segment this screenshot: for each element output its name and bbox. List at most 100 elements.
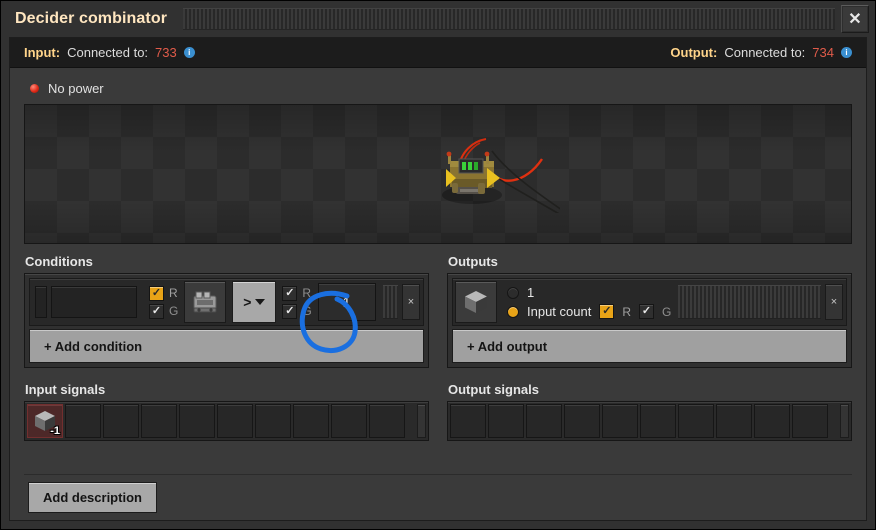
output-signal-cell[interactable] xyxy=(678,404,714,438)
output-signal-cell[interactable] xyxy=(754,404,790,438)
output-options: 1 Input count ✓ R ✓ G xyxy=(497,281,671,323)
decider-combinator-window: Decider combinator ✕ Input: Connected to… xyxy=(0,0,876,530)
condition-delete-icon: × xyxy=(408,296,414,308)
output-delete-icon: × xyxy=(831,296,837,308)
condition-comparator-dropdown[interactable]: > xyxy=(232,281,276,323)
input-signal-cell[interactable]: -1 xyxy=(27,404,63,438)
output-label: Output: xyxy=(670,45,717,60)
add-output-button[interactable]: + Add output xyxy=(452,329,847,363)
output-signal-cell[interactable] xyxy=(450,404,486,438)
output-red-label: R xyxy=(622,305,631,319)
input-signal-cell[interactable] xyxy=(103,404,139,438)
condition-slot-narrow[interactable] xyxy=(35,286,47,318)
output-input-count-label: Input count xyxy=(527,304,591,319)
output-green-label: G xyxy=(662,305,671,319)
output-connection-id[interactable]: 734 xyxy=(812,45,834,60)
status-row: No power xyxy=(24,76,852,100)
condition-wire-green[interactable]: ✓ G xyxy=(149,304,178,319)
input-signal-cell[interactable] xyxy=(369,404,405,438)
close-icon: ✕ xyxy=(848,9,861,29)
input-signal-cell[interactable] xyxy=(293,404,329,438)
decider-combinator-entity-icon xyxy=(430,133,560,213)
input-info-icon[interactable]: i xyxy=(184,47,195,58)
condition-delete-button[interactable]: × xyxy=(402,284,420,320)
condition-input-wires: ✓ R ✓ G xyxy=(143,281,184,323)
condition-out-wire-red[interactable]: ✓ R xyxy=(282,286,311,301)
output-signal-cell[interactable] xyxy=(526,404,562,438)
input-signals-title: Input signals xyxy=(24,382,429,397)
close-button[interactable]: ✕ xyxy=(841,5,869,33)
add-description-label: Add description xyxy=(43,490,142,505)
condition-out-red-checkbox[interactable]: ✓ xyxy=(282,286,297,301)
status-led-icon xyxy=(30,84,39,93)
condition-row: ✓ R ✓ G xyxy=(29,278,424,326)
add-description-button[interactable]: Add description xyxy=(28,482,157,513)
condition-wire-red[interactable]: ✓ R xyxy=(149,286,178,301)
entity-sprite xyxy=(430,133,560,213)
input-signals-section: Input signals -1 xyxy=(24,382,429,441)
input-signal-cell[interactable] xyxy=(217,404,253,438)
output-signals-section: Output signals xyxy=(447,382,852,441)
condition-signal-button[interactable] xyxy=(184,281,226,323)
output-signal-cell[interactable] xyxy=(716,404,752,438)
outputs-panel: 1 Input count ✓ R ✓ G xyxy=(447,273,852,368)
condition-output-wires: ✓ R ✓ G xyxy=(276,281,317,323)
condition-first-signal-field[interactable] xyxy=(51,286,137,318)
add-output-label: + Add output xyxy=(467,339,547,354)
window-drag-handle[interactable] xyxy=(183,8,835,30)
condition-row-filler xyxy=(383,285,398,319)
condition-constant-value[interactable]: 1 xyxy=(318,283,376,321)
output-signal-button[interactable] xyxy=(455,281,497,323)
status-text: No power xyxy=(48,81,104,96)
comparator-value: > xyxy=(243,294,251,310)
output-signal-cell[interactable] xyxy=(564,404,600,438)
input-signal-cell[interactable] xyxy=(65,404,101,438)
condition-red-label: R xyxy=(169,286,178,300)
condition-out-wire-green[interactable]: ✓ G xyxy=(282,304,311,319)
output-one-radio[interactable] xyxy=(507,287,519,299)
condition-out-green-checkbox[interactable]: ✓ xyxy=(282,304,297,319)
output-signals-scrollbar[interactable] xyxy=(840,404,849,438)
output-signal-cell[interactable] xyxy=(792,404,828,438)
outputs-title: Outputs xyxy=(447,254,852,269)
output-green-checkbox[interactable]: ✓ xyxy=(639,304,654,319)
outputs-column: Outputs xyxy=(447,254,852,464)
condition-green-checkbox[interactable]: ✓ xyxy=(149,304,164,319)
output-info-icon[interactable]: i xyxy=(841,47,852,58)
output-row: 1 Input count ✓ R ✓ G xyxy=(452,278,847,326)
output-option-one[interactable]: 1 xyxy=(507,285,671,300)
input-signal-cell[interactable] xyxy=(141,404,177,438)
connection-bar: Input: Connected to: 733 i Output: Conne… xyxy=(10,38,866,68)
output-row-filler xyxy=(678,285,821,319)
condition-red-checkbox[interactable]: ✓ xyxy=(149,286,164,301)
conditions-title: Conditions xyxy=(24,254,429,269)
condition-green-label: G xyxy=(169,304,178,318)
condition-constant-text: 1 xyxy=(343,294,351,310)
blank-cube-icon xyxy=(461,287,491,317)
output-one-label: 1 xyxy=(527,285,534,300)
input-label: Input: xyxy=(24,45,60,60)
output-signal-cell[interactable] xyxy=(640,404,676,438)
output-input-count-radio[interactable] xyxy=(507,306,519,318)
output-red-checkbox[interactable]: ✓ xyxy=(599,304,614,319)
output-signal-cell[interactable] xyxy=(488,404,524,438)
condition-out-red-label: R xyxy=(302,286,311,300)
output-delete-button[interactable]: × xyxy=(825,284,843,320)
add-condition-button[interactable]: + Add condition xyxy=(29,329,424,363)
input-connected-text: Connected to: xyxy=(67,45,148,60)
entity-preview[interactable] xyxy=(24,104,852,244)
engine-unit-icon xyxy=(190,287,220,317)
input-signal-cell[interactable] xyxy=(179,404,215,438)
footer-bar: Add description xyxy=(24,474,852,520)
input-signal-cell[interactable] xyxy=(331,404,367,438)
conditions-column: Conditions ✓ R ✓ xyxy=(24,254,429,464)
output-option-input-count[interactable]: Input count ✓ R ✓ G xyxy=(507,304,671,319)
input-connection-group: Input: Connected to: 733 i xyxy=(24,45,195,60)
input-signal-cell[interactable] xyxy=(255,404,291,438)
add-condition-label: + Add condition xyxy=(44,339,142,354)
input-signals-scrollbar[interactable] xyxy=(417,404,426,438)
output-signal-cell[interactable] xyxy=(602,404,638,438)
input-connection-id[interactable]: 733 xyxy=(155,45,177,60)
sections-columns: Conditions ✓ R ✓ xyxy=(24,254,852,464)
output-signals-title: Output signals xyxy=(447,382,852,397)
